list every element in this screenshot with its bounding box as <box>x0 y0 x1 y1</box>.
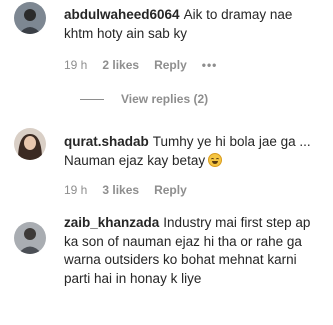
comment-username[interactable]: abdulwaheed6064 <box>64 7 180 22</box>
comment-text: qurat.shadab Tumhy ye hi bola jae ga ... … <box>64 133 323 170</box>
avatar[interactable] <box>14 2 46 34</box>
view-replies-label: View replies (2) <box>121 92 209 106</box>
comment-meta: 19 h 3 likes Reply <box>64 183 202 197</box>
comment-meta: 19 h 2 likes Reply ••• <box>64 58 232 72</box>
comment-username[interactable]: qurat.shadab <box>64 134 149 149</box>
avatar[interactable] <box>14 128 46 160</box>
divider <box>80 98 104 100</box>
likes-count[interactable]: 3 likes <box>102 183 139 197</box>
view-replies-button[interactable]: View replies (2) <box>80 92 208 106</box>
comment-username[interactable]: zaib_khanzada <box>64 215 159 230</box>
reply-button[interactable]: Reply <box>154 58 187 72</box>
comment-text: abdulwaheed6064 Aik to dramay nae khtm ho… <box>64 6 323 43</box>
avatar[interactable] <box>14 222 46 254</box>
comment-time[interactable]: 19 h <box>64 183 87 197</box>
comment-text: zaib_khanzada Industry mai first step ap … <box>64 214 323 288</box>
reply-button[interactable]: Reply <box>154 183 187 197</box>
likes-count[interactable]: 2 likes <box>102 58 139 72</box>
grinning-squinting-face-icon <box>208 152 223 167</box>
more-options-icon[interactable]: ••• <box>202 58 218 72</box>
comment-time[interactable]: 19 h <box>64 58 87 72</box>
